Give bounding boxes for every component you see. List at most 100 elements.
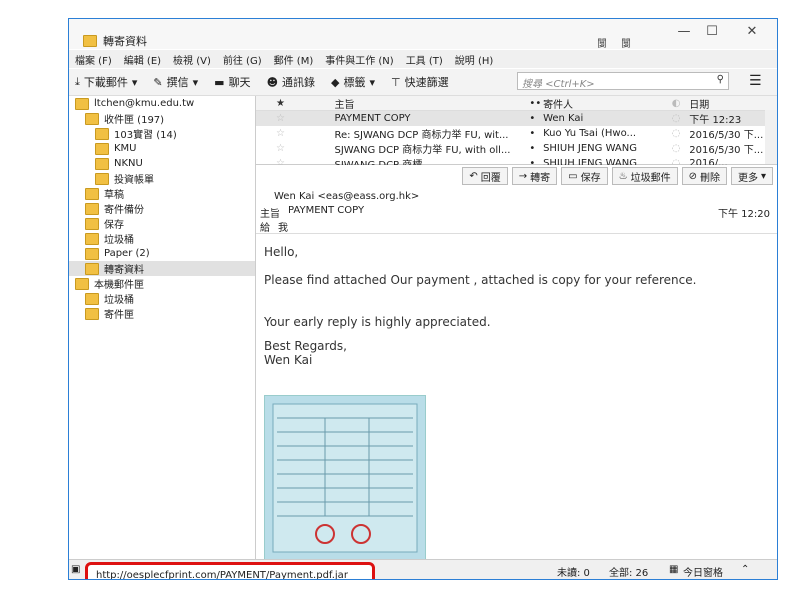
minimize-button[interactable]: —: [669, 23, 699, 41]
folder-icon: [85, 262, 99, 275]
folder-item[interactable]: 本機郵件匣: [69, 276, 255, 291]
small-ctrl-2[interactable]: 闅: [621, 35, 631, 50]
document-thumbnail: [272, 403, 418, 553]
attachment-image[interactable]: [264, 395, 426, 561]
folder-label: 收件匣 (197): [104, 115, 165, 126]
folder-item[interactable]: 寄件備份: [69, 201, 255, 216]
message-row[interactable]: ☆ PAYMENT COPY • Wen Kai ◌ 下午 12:23: [256, 111, 777, 126]
menu-edit[interactable]: 編輯 (E): [124, 52, 161, 67]
message-list: ★ 主旨 •• 寄件人 ◐ 日期 ☆ PAYMENT COPY • Wen Kai ◌ 下…: [256, 96, 777, 171]
compose-button[interactable]: ✎ 撰信 ▾: [153, 74, 198, 90]
folder-icon: [75, 277, 89, 290]
message-row[interactable]: ☆ SJWANG DCP 商标力举 FU, with oll... • SHIUH J…: [256, 141, 777, 156]
delete-button[interactable]: ⊘ 刪除: [681, 167, 727, 185]
folder-icon: [85, 247, 99, 260]
folder-label: 垃圾桶: [104, 295, 134, 306]
search-input[interactable]: 搜尋 <Ctrl+K> ⚲: [517, 72, 729, 90]
menu-tools[interactable]: 工具 (T): [406, 52, 443, 67]
chat-button[interactable]: ▬ 聊天: [214, 74, 250, 90]
close-button[interactable]: ✕: [737, 23, 767, 41]
folder-item[interactable]: 轉寄資料: [69, 261, 255, 276]
unread-count: 未讀: 0: [557, 568, 590, 579]
folder-item[interactable]: Paper (2): [69, 246, 255, 261]
message-date: 2016/5/30 下...: [689, 145, 764, 156]
quickfilter-button[interactable]: ⊤ 快速篩選: [391, 74, 449, 90]
maximize-button[interactable]: ☐: [697, 23, 727, 41]
menu-bar: 檔案 (F) 編輯 (E) 檢視 (V) 前往 (G) 郵件 (M) 事件與工作…: [69, 50, 777, 68]
contacts-button[interactable]: ☻ 通訊錄: [267, 74, 315, 90]
archive-icon: ▭: [568, 170, 578, 182]
download-button[interactable]: ⤓ 下載郵件 ▾: [75, 74, 137, 90]
today-pane-toggle[interactable]: 今日窗格: [683, 564, 723, 579]
folder-icon: [95, 157, 109, 170]
more-button[interactable]: 更多 ▾: [730, 167, 773, 185]
folder-item[interactable]: 保存: [69, 216, 255, 231]
folder-item[interactable]: KMU: [69, 141, 255, 156]
folder-item[interactable]: 投資帳單: [69, 171, 255, 186]
message-row[interactable]: ☆ Re: SJWANG DCP 商标力举 FU, wit... • Kuo Yu T…: [256, 126, 777, 141]
body-line: Your early reply is highly appreciated.: [264, 315, 491, 329]
small-ctrl-1[interactable]: 闅: [597, 35, 607, 50]
window-tab[interactable]: 轉寄資料: [83, 33, 147, 49]
read-status-icon: ◌: [671, 143, 681, 154]
folder-item[interactable]: 寄件匣: [69, 306, 255, 321]
subject: PAYMENT COPY: [288, 205, 365, 216]
tags-label: 標籤: [343, 76, 366, 89]
message-from: SHIUH JENG WANG: [543, 143, 637, 154]
chat-label: 聊天: [228, 76, 251, 89]
forward-button[interactable]: → 轉寄: [511, 167, 558, 185]
filter-icon: ⊤: [391, 75, 401, 89]
col-read-icon: ◐: [671, 97, 681, 109]
folder-item[interactable]: ltchen@kmu.edu.tw: [69, 96, 255, 111]
folder-item[interactable]: 垃圾桶: [69, 231, 255, 246]
menu-file[interactable]: 檔案 (F): [75, 52, 112, 67]
forward-label: 轉寄: [530, 172, 551, 184]
col-from[interactable]: 寄件人: [543, 96, 672, 111]
link-url-highlight: http://oesplecfprint.com/PAYMENT/Payment…: [85, 562, 375, 579]
body-closing: Best Regards,: [264, 339, 347, 353]
folder-icon: [95, 127, 109, 140]
archive-button[interactable]: ▭ 保存: [561, 167, 608, 185]
folder-icon: [85, 217, 99, 230]
folder-item[interactable]: 垃圾桶: [69, 291, 255, 306]
menu-view[interactable]: 檢視 (V): [173, 52, 211, 67]
star-column-icon[interactable]: ★: [256, 98, 334, 109]
folder-item[interactable]: 103實習 (14): [69, 126, 255, 141]
folder-icon: [85, 292, 99, 305]
recipient[interactable]: 我: [278, 219, 288, 234]
col-subject[interactable]: 主旨: [334, 96, 529, 111]
message-from: Kuo Yu Tsai (Hwo...: [543, 128, 637, 139]
folder-label: 本機郵件匣: [94, 280, 144, 291]
archive-label: 保存: [580, 172, 601, 184]
folder-item[interactable]: 收件匣 (197): [69, 111, 255, 126]
menu-message[interactable]: 郵件 (M): [274, 52, 314, 67]
search-icon: ⚲: [716, 74, 724, 85]
col-date[interactable]: 日期: [689, 96, 777, 111]
junk-button[interactable]: ♨ 垃圾郵件: [611, 167, 678, 185]
message-subject: Re: SJWANG DCP 商标力举 FU, wit...: [334, 130, 509, 141]
chevron-up-icon[interactable]: ⌃: [741, 564, 749, 575]
folder-label: ltchen@kmu.edu.tw: [94, 98, 195, 109]
reply-button[interactable]: ↶ 回覆: [462, 167, 508, 185]
reply-label: 回覆: [480, 172, 501, 184]
hamburger-menu-icon[interactable]: ☰: [749, 73, 762, 89]
folder-item[interactable]: NKNU: [69, 156, 255, 171]
compose-label: 撰信: [166, 76, 189, 89]
menu-go[interactable]: 前往 (G): [223, 52, 262, 67]
sender[interactable]: Wen Kai <eas@eass.org.hk>: [274, 191, 419, 202]
download-icon: ⤓: [75, 75, 80, 88]
junk-label: 垃圾郵件: [630, 172, 671, 184]
folder-item[interactable]: 草稿: [69, 186, 255, 201]
star-icon[interactable]: ☆: [256, 128, 334, 139]
junk-icon: ♨: [618, 170, 628, 182]
message-date: 2016/5/30 下...: [689, 130, 764, 141]
chevron-down-icon: ▾: [192, 75, 199, 89]
star-icon[interactable]: ☆: [256, 113, 334, 124]
menu-help[interactable]: 說明 (H): [455, 52, 494, 67]
menu-events[interactable]: 事件與工作 (N): [325, 52, 393, 67]
list-scrollbar[interactable]: [765, 110, 777, 164]
tags-button[interactable]: ◆ 標籤 ▾: [331, 74, 375, 90]
folder-icon: [85, 202, 99, 215]
star-icon[interactable]: ☆: [256, 143, 334, 154]
calendar-icon: ▦: [669, 564, 679, 575]
